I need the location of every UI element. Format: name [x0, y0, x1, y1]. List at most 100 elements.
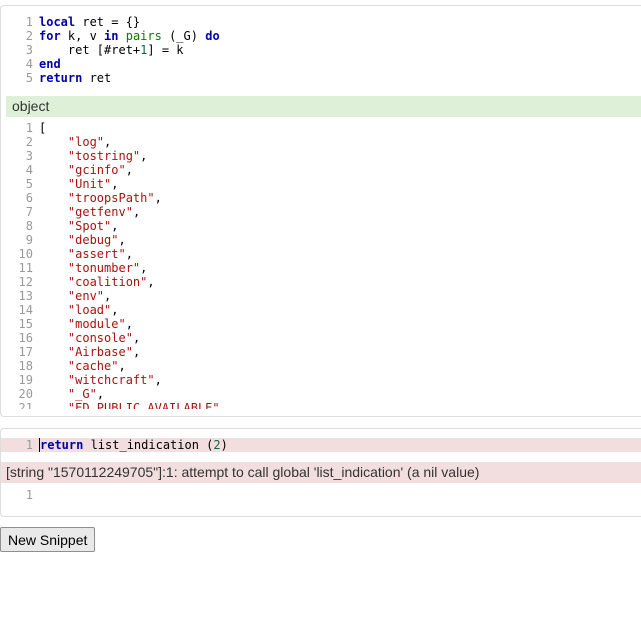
code-line: 3 ret [#ret+1] = k: [1, 43, 641, 57]
line-number: 2: [25, 29, 33, 43]
code-token: end: [39, 57, 61, 71]
string-value: "gcinfo": [67, 163, 126, 177]
line-code: "Spot",: [67, 219, 119, 233]
code-token: return: [39, 438, 84, 452]
code-editor-1[interactable]: 1 local ret = {} 2 for k, v in pairs (_G) d…: [1, 6, 641, 96]
line-number: 20: [18, 387, 33, 401]
line-number: 19: [18, 373, 33, 387]
string-value: "log": [67, 135, 105, 149]
string-value: "tostring": [67, 149, 141, 163]
line-number: 18: [18, 359, 33, 373]
line-code: "witchcraft",: [67, 373, 162, 387]
code-line: 8 "Spot",: [1, 219, 641, 233]
line-code: "ED_PUBLIC_AVAILABLE": [33, 401, 220, 409]
line-number: 4: [25, 57, 33, 71]
line-number: 1: [25, 15, 33, 29]
code-token: k, v: [60, 29, 105, 43]
line-number: 17: [18, 345, 33, 359]
line-number: 5: [25, 177, 33, 191]
string-value: "debug": [67, 233, 119, 247]
code-editor-2[interactable]: 1 return list_indication (2): [1, 438, 641, 452]
code-line: 5 return ret: [1, 71, 641, 85]
string-value: "Airbase": [67, 345, 133, 359]
line-code: "tonumber",: [67, 261, 148, 275]
line-code: "tostring",: [67, 149, 148, 163]
code-token: ): [220, 438, 228, 452]
code-line: 2 for k, v in pairs (_G) do: [1, 29, 641, 43]
string-value: "Unit": [67, 177, 112, 191]
code-line: 6 "troopsPath",: [1, 191, 641, 205]
code-line: 4 "gcinfo",: [1, 163, 641, 177]
code-token: ret [#ret+: [39, 43, 141, 57]
code-editor-3[interactable]: 1: [1, 483, 641, 508]
code-token: ret = {}: [75, 15, 141, 29]
line-code: "env",: [67, 289, 112, 303]
new-snippet-button[interactable]: New Snippet: [0, 527, 96, 552]
line-code: local ret = {}: [33, 15, 140, 29]
line-number: 15: [18, 317, 33, 331]
line-code: "getfenv",: [67, 205, 141, 219]
error-message: [string "1570112249705"]:1: attempt to c…: [1, 462, 641, 483]
line-number: 6: [25, 191, 33, 205]
code-line: 13 "env",: [1, 289, 641, 303]
code-line: 12 "coalition",: [1, 275, 641, 289]
line-number: 13: [18, 289, 33, 303]
code-token: ] = k: [147, 43, 184, 57]
line-code: "Airbase",: [67, 345, 141, 359]
code-line: 11 "tonumber",: [1, 261, 641, 275]
string-value: "coalition": [67, 275, 148, 289]
line-code: "Unit",: [67, 177, 119, 191]
line-code: "load",: [67, 303, 119, 317]
line-code: ret [#ret+1] = k: [33, 43, 184, 57]
code-line: 16 "console",: [1, 331, 641, 345]
line-code: "assert",: [67, 247, 133, 261]
code-line: 4 end: [1, 57, 641, 71]
line-code: "gcinfo",: [67, 163, 133, 177]
output-viewer-1: 1[2 "log", 3 "tostring", 4 "gcinfo", 5 "Uni…: [1, 117, 641, 409]
string-value: "ED_PUBLIC_AVAILABLE": [67, 401, 220, 409]
code-line: 9 "debug",: [1, 233, 641, 247]
code-token: for: [39, 29, 61, 43]
code-line: 5 "Unit",: [1, 177, 641, 191]
string-value: "module": [67, 317, 126, 331]
line-number: 7: [25, 205, 33, 219]
line-number: 1: [25, 438, 33, 452]
string-value: "witchcraft": [67, 373, 155, 387]
output-type-label: object: [6, 96, 641, 117]
code-token: return: [39, 71, 83, 85]
line-number: 8: [25, 219, 33, 233]
code-line: 3 "tostring",: [1, 149, 641, 163]
line-number: 9: [25, 233, 33, 247]
code-line: 20 "_G",: [1, 387, 641, 401]
line-code: return ret: [33, 71, 111, 85]
code-line: 7 "getfenv",: [1, 205, 641, 219]
string-value: "env": [67, 289, 105, 303]
code-line: 18 "cache",: [1, 359, 641, 373]
string-value: "load": [67, 303, 112, 317]
line-number: 10: [18, 247, 33, 261]
line-number: 14: [18, 303, 33, 317]
string-value: "getfenv": [67, 205, 133, 219]
line-number: 16: [18, 331, 33, 345]
line-code: "debug",: [67, 233, 126, 247]
code-line: 1 return list_indication (2): [1, 438, 641, 452]
string-value: "_G": [67, 387, 97, 401]
line-code: "module",: [67, 317, 133, 331]
line-code: for k, v in pairs (_G) do: [33, 29, 220, 43]
code-line: 10 "assert",: [1, 247, 641, 261]
code-token: (_G): [161, 29, 206, 43]
line-number: 2: [25, 135, 33, 149]
code-line: 14 "load",: [1, 303, 641, 317]
code-line: 21 "ED_PUBLIC_AVAILABLE": [1, 401, 641, 409]
line-number: 3: [25, 149, 33, 163]
string-value: "cache": [67, 359, 119, 373]
line-number: 3: [25, 43, 33, 57]
code-line: 19 "witchcraft",: [1, 373, 641, 387]
line-code: end: [33, 57, 61, 71]
code-token: [: [39, 121, 47, 135]
line-number: 4: [25, 163, 33, 177]
code-token: pairs: [125, 29, 162, 43]
line-number: 5: [25, 71, 33, 85]
